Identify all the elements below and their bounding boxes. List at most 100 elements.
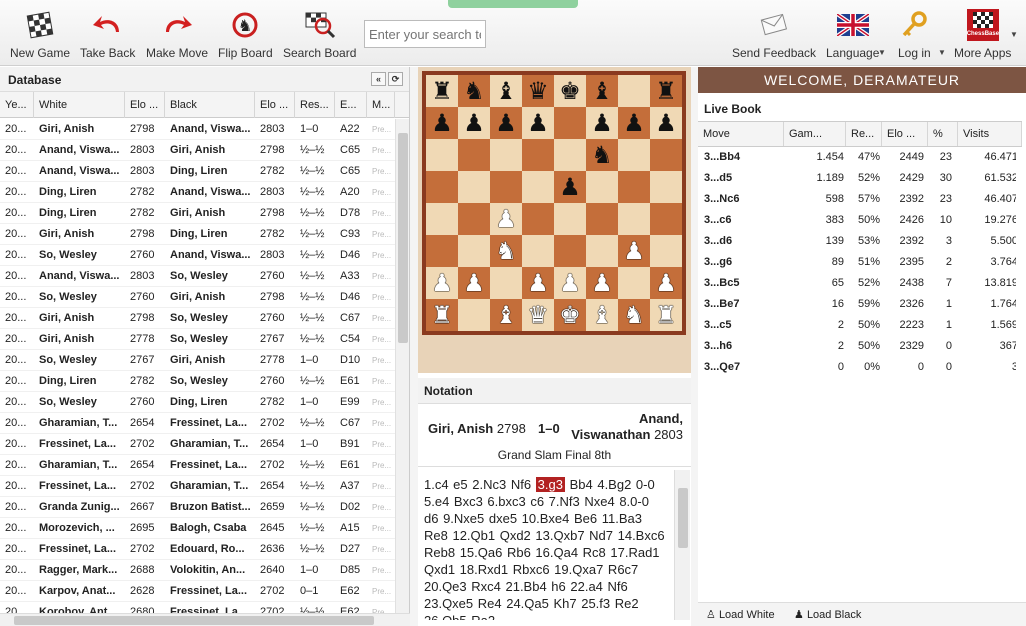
board-square[interactable] [618,267,650,299]
current-move[interactable]: 3.g3 [535,477,565,492]
white-knight-icon[interactable]: ♞ [495,239,517,263]
board-square[interactable] [458,235,490,267]
board-square[interactable]: ♜ [650,299,682,331]
right-splitter[interactable] [691,67,698,626]
table-row[interactable]: 20... Giri, Anish 2798 Anand, Viswa... 2803 1… [0,119,395,140]
board-square[interactable] [458,139,490,171]
board-square[interactable] [458,299,490,331]
white-rook-icon[interactable]: ♜ [655,303,677,327]
board-square[interactable]: ♟ [490,203,522,235]
white-pawn-icon[interactable]: ♟ [655,271,677,295]
more-apps-button[interactable]: ChessBase More Apps [954,6,1011,62]
board-square[interactable]: ♟ [554,171,586,203]
black-knight-icon[interactable]: ♞ [591,143,613,167]
board-square[interactable] [618,203,650,235]
board-square[interactable]: ♝ [586,75,618,107]
table-row[interactable]: 20... Ding, Liren 2782 Anand, Viswa... 2803 ½… [0,182,395,203]
white-pawn-icon[interactable]: ♟ [623,239,645,263]
col-black-elo[interactable]: Elo ... [255,92,295,118]
board-square[interactable] [618,139,650,171]
board-square[interactable] [554,235,586,267]
board-square[interactable] [586,203,618,235]
col-black[interactable]: Black [165,92,255,118]
book-row[interactable]: 3...d5 1.189 52% 2429 30 61.532 [698,168,1022,189]
board-square[interactable]: ♟ [650,107,682,139]
black-queen-icon[interactable]: ♛ [527,79,549,103]
table-row[interactable]: 20... Gharamian, T... 2654 Fressinet, La...… [0,413,395,434]
board-square[interactable]: ♝ [586,299,618,331]
black-pawn-icon[interactable]: ♟ [431,111,453,135]
black-pawn-icon[interactable]: ♟ [495,111,517,135]
left-splitter[interactable] [410,67,418,626]
table-row[interactable]: 20... Fressinet, La... 2702 Gharamian, T...… [0,434,395,455]
white-pawn-icon[interactable]: ♟ [495,207,517,231]
board-square[interactable]: ♚ [554,75,586,107]
black-bishop-icon[interactable]: ♝ [495,79,517,103]
board-square[interactable]: ♛ [522,75,554,107]
black-pawn-icon[interactable]: ♟ [623,111,645,135]
col-eco[interactable]: E... [335,92,367,118]
notation-scrollbar[interactable] [674,470,690,620]
take-back-button[interactable]: Take Back [80,6,135,62]
board-square[interactable] [650,235,682,267]
book-row[interactable]: 3...c5 2 50% 2223 1 1.569 [698,315,1022,336]
load-black-button[interactable]: ♟ Load Black [794,608,861,621]
board-square[interactable]: ♝ [490,299,522,331]
book-row[interactable]: 3...h6 2 50% 2329 0 367 [698,336,1022,357]
board-square[interactable]: ♟ [554,267,586,299]
board-square[interactable] [522,203,554,235]
black-pawn-icon[interactable]: ♟ [655,111,677,135]
load-white-button[interactable]: ♙ Load White [706,608,775,621]
table-row[interactable]: 20... So, Wesley 2760 Anand, Viswa... 2803 ½–… [0,245,395,266]
board-square[interactable] [522,171,554,203]
book-row[interactable]: 3...Bc5 65 52% 2438 7 13.819 [698,273,1022,294]
board-square[interactable]: ♞ [490,235,522,267]
board-square[interactable]: ♟ [522,267,554,299]
col-visits[interactable]: Visits [958,122,1022,146]
search-board-button[interactable]: Search Board [283,6,356,62]
board-square[interactable]: ♟ [586,267,618,299]
book-row[interactable]: 3...Be7 16 59% 2326 1 1.764 [698,294,1022,315]
black-king-icon[interactable]: ♚ [559,79,581,103]
board-square[interactable] [426,235,458,267]
board-square[interactable] [522,139,554,171]
table-row[interactable]: 20... So, Wesley 2767 Giri, Anish 2778 1–0 D10… [0,350,395,371]
log-in-button[interactable]: Log in [898,6,931,62]
board-square[interactable]: ♟ [490,107,522,139]
board-square[interactable] [586,171,618,203]
board-square[interactable] [490,171,522,203]
col-games[interactable]: Gam... [784,122,846,146]
board-square[interactable]: ♟ [650,267,682,299]
table-row[interactable]: 20... Ragger, Mark... 2688 Volokitin, An...… [0,560,395,581]
col-res[interactable]: Re... [846,122,882,146]
white-bishop-icon[interactable]: ♝ [591,303,613,327]
live-book-scrollbar[interactable] [1016,147,1026,602]
board-square[interactable] [522,235,554,267]
table-row[interactable]: 20... Morozevich, ... 2695 Balogh, Csaba 264… [0,518,395,539]
board-square[interactable]: ♞ [458,75,490,107]
black-pawn-icon[interactable]: ♟ [559,175,581,199]
board-square[interactable] [426,171,458,203]
black-bishop-icon[interactable]: ♝ [591,79,613,103]
black-knight-icon[interactable]: ♞ [463,79,485,103]
board-square[interactable] [490,139,522,171]
col-white[interactable]: White [34,92,125,118]
book-row[interactable]: 3...Qe7 0 0% 0 0 3 [698,357,1022,378]
board-square[interactable]: ♟ [618,235,650,267]
table-row[interactable]: 20... So, Wesley 2760 Giri, Anish 2798 ½–½ D46… [0,287,395,308]
white-pawn-icon[interactable]: ♟ [591,271,613,295]
move-list[interactable]: 1.c4 e5 2.Nc3 Nf6 3.g3 Bb4 4.Bg2 0-0 5.e… [418,470,674,620]
board-square[interactable]: ♟ [618,107,650,139]
flip-board-button[interactable]: ♞ Flip Board [218,6,273,62]
send-feedback-button[interactable]: Send Feedback [732,6,816,62]
white-pawn-icon[interactable]: ♟ [463,271,485,295]
board-square[interactable]: ♝ [490,75,522,107]
board-square[interactable]: ♚ [554,299,586,331]
board-square[interactable] [554,107,586,139]
black-pawn-icon[interactable]: ♟ [463,111,485,135]
book-row[interactable]: 3...Nc6 598 57% 2392 23 46.407 [698,189,1022,210]
table-row[interactable]: 20... Anand, Viswa... 2803 Ding, Liren 2782 ½… [0,161,395,182]
board-square[interactable] [458,171,490,203]
login-dropdown-icon[interactable]: ▼ [938,48,946,57]
black-pawn-icon[interactable]: ♟ [527,111,549,135]
